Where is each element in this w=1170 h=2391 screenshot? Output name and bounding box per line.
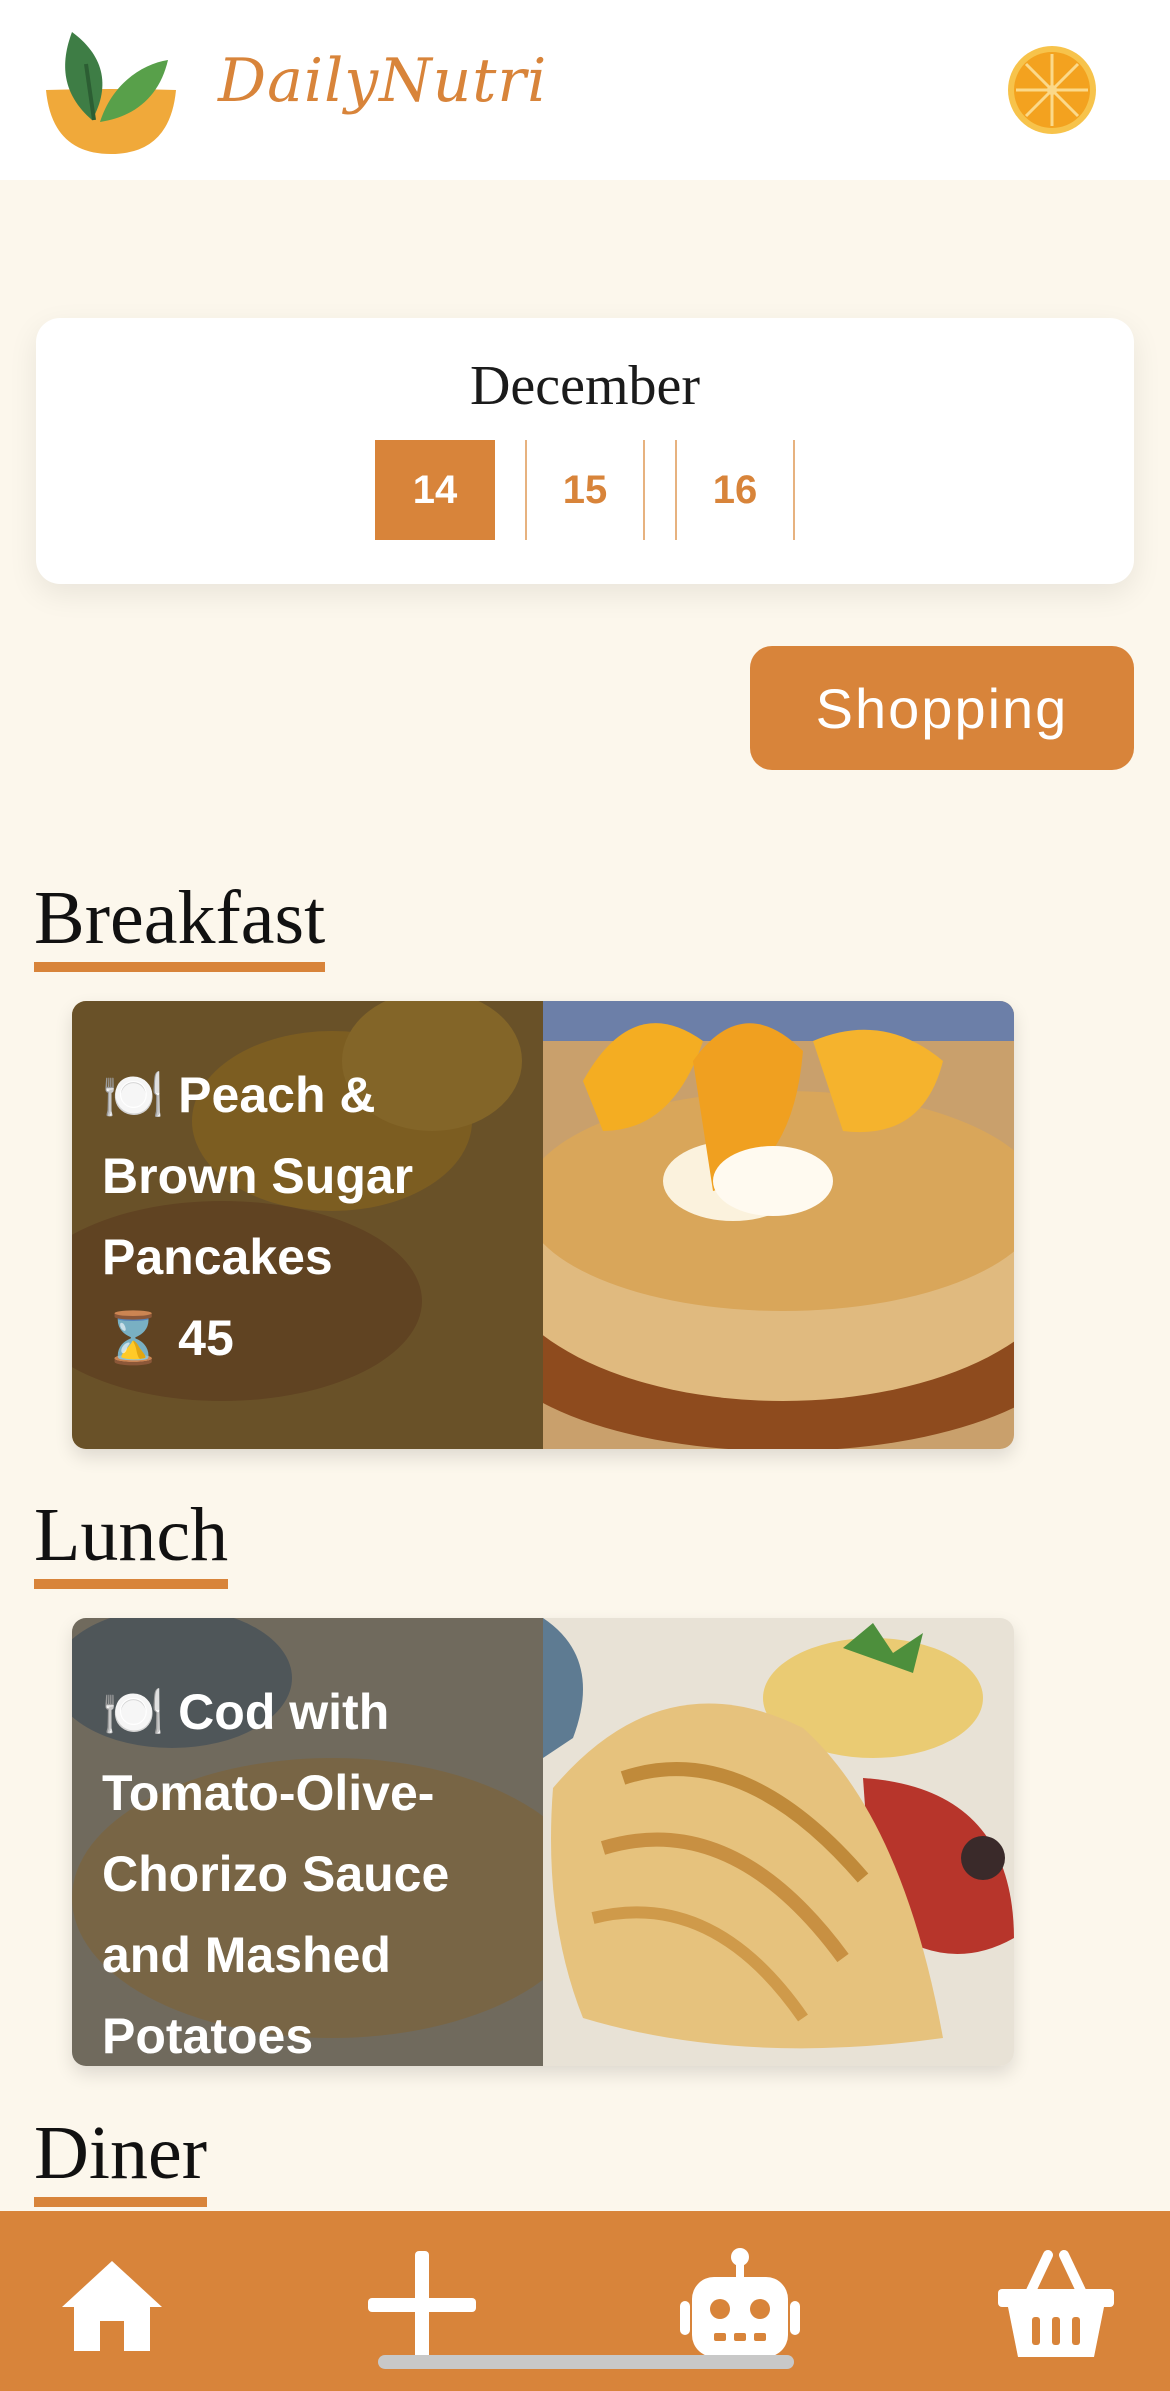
diner-heading: Diner — [34, 2115, 208, 2207]
basket-icon[interactable] — [996, 2247, 1116, 2363]
breakfast-heading: Breakfast — [34, 880, 326, 972]
plate-icon: 🍽️ — [102, 1683, 165, 1741]
brand-name: DailyNutri — [218, 46, 548, 116]
plate-icon: 🍽️ — [102, 1066, 165, 1124]
day-14[interactable]: 14 — [375, 440, 495, 540]
day-15[interactable]: 15 — [525, 440, 645, 540]
app-header: DailyNutri — [0, 0, 1170, 180]
breakfast-recipe-card[interactable]: 🍽️ Peach & Brown Sugar Pancakes ⌛ 45 — [72, 1001, 1014, 1449]
lunch-recipe-card[interactable]: 🍽️ Cod with Tomato-Olive-Chorizo Sauce a… — [72, 1618, 1014, 2066]
pancake-photo — [543, 1001, 1014, 1449]
home-indicator[interactable] — [378, 2355, 794, 2369]
cod-photo — [543, 1618, 1014, 2066]
hourglass-icon: ⌛ — [102, 1309, 165, 1367]
prep-time: 45 — [178, 1310, 234, 1366]
day-16[interactable]: 16 — [675, 440, 795, 540]
month-label: December — [469, 355, 701, 417]
shopping-button[interactable]: Shopping — [750, 646, 1134, 770]
date-selector: December 14 15 16 — [36, 318, 1134, 584]
lunch-heading: Lunch — [34, 1497, 229, 1589]
breakfast-recipe-info: 🍽️ Peach & Brown Sugar Pancakes ⌛ 45 — [102, 1055, 522, 1379]
home-icon[interactable] — [52, 2247, 172, 2363]
robot-icon[interactable] — [680, 2247, 800, 2363]
lunch-recipe-info: 🍽️ Cod with Tomato-Olive-Chorizo Sauce a… — [102, 1672, 522, 2066]
leaf-bowl-icon — [46, 32, 176, 154]
orange-slice-icon[interactable] — [1006, 44, 1098, 136]
plus-icon[interactable] — [362, 2247, 482, 2363]
recipe-name: Cod with Tomato-Olive-Chorizo Sauce and … — [102, 1684, 450, 2064]
